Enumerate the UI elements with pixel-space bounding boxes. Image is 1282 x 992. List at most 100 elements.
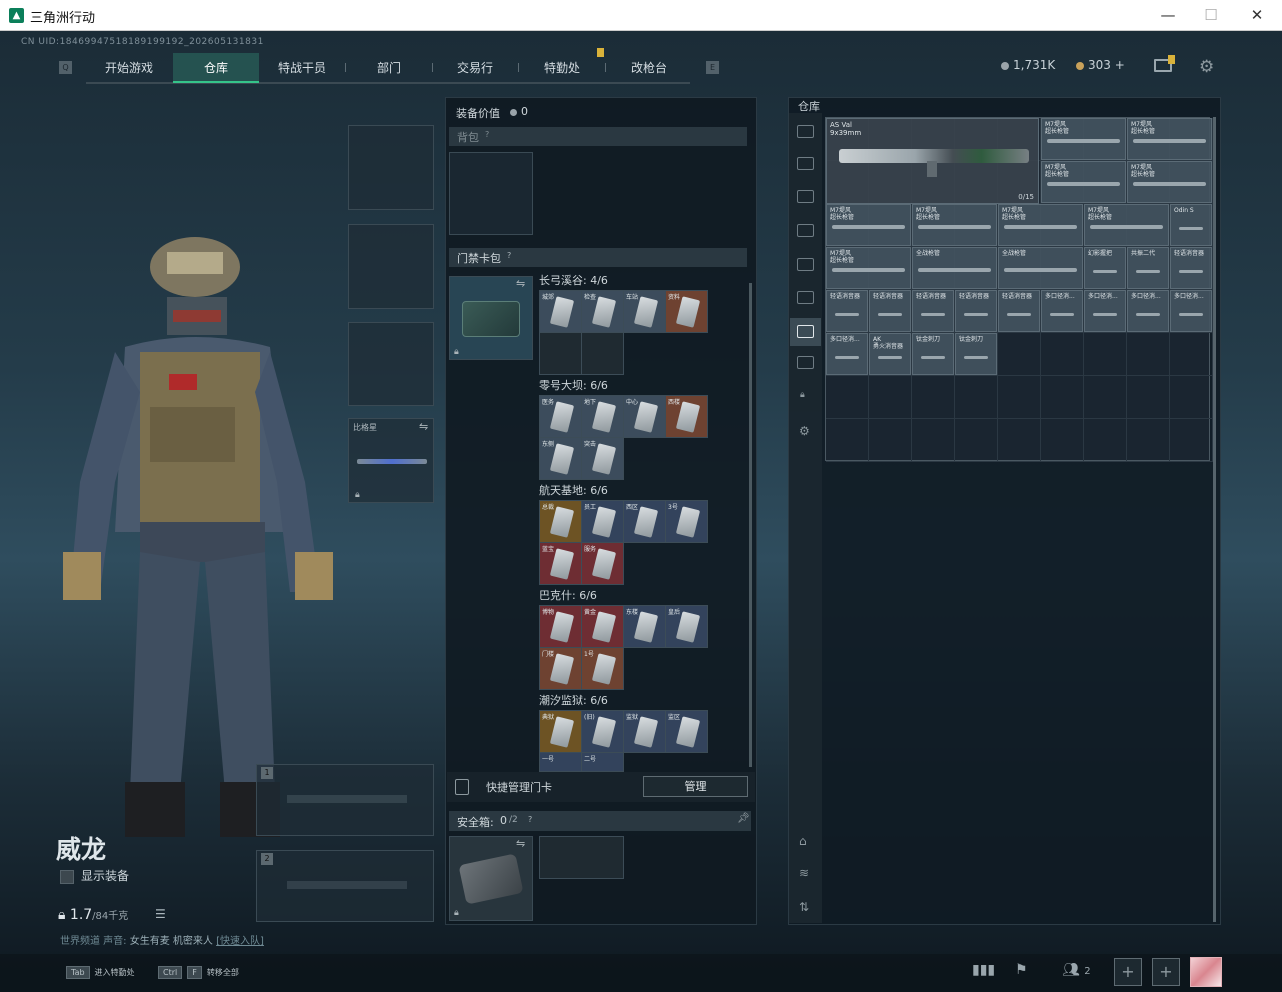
keycard[interactable]: 检查 <box>581 290 624 333</box>
keycard[interactable]: 资料 <box>665 290 708 333</box>
keycard-empty-slot[interactable] <box>581 332 624 375</box>
warehouse-tab-3-icon[interactable] <box>797 190 814 203</box>
stats-icon[interactable]: ▮▮▮ <box>972 962 995 978</box>
warehouse-item[interactable]: 多口径消... <box>1041 290 1083 332</box>
invite-slot-button[interactable]: + <box>1114 958 1142 986</box>
warehouse-item[interactable]: 多口径消... <box>826 333 868 375</box>
keycard[interactable]: 车站 <box>623 290 666 333</box>
keycard[interactable]: 员工 <box>581 500 624 543</box>
primary-weapon-slot-1[interactable]: 1 <box>256 764 434 836</box>
warehouse-item[interactable]: 幻影握把 <box>1084 247 1126 289</box>
primary-weapon-slot-2[interactable]: 2 <box>256 850 434 922</box>
warehouse-tab-5-icon[interactable] <box>797 258 814 271</box>
keycard[interactable]: 中心 <box>623 395 666 438</box>
warehouse-cell[interactable] <box>1084 333 1127 376</box>
keycard[interactable]: 西楼 <box>665 395 708 438</box>
warehouse-cell[interactable] <box>869 376 912 419</box>
backpack-slot[interactable] <box>449 152 533 235</box>
warehouse-item[interactable]: M7堤风 超长枪管 <box>826 204 911 246</box>
transfer-all-hint[interactable]: Ctrl F 转移全部 <box>158 966 239 979</box>
keycard[interactable]: 3号 <box>665 500 708 543</box>
warehouse-item[interactable]: M7堤风 超长枪管 <box>1041 118 1126 160</box>
nav-next-key[interactable]: E <box>706 61 719 74</box>
keycard[interactable]: 总裁 <box>539 500 582 543</box>
list-icon[interactable]: ☰ <box>155 907 166 921</box>
warehouse-cell[interactable] <box>1084 419 1127 462</box>
warehouse-item[interactable]: M7堤风 超长枪管 <box>1041 161 1126 203</box>
warehouse-tab-2-icon[interactable] <box>797 157 814 170</box>
warehouse-cell[interactable] <box>955 419 998 462</box>
keycard-empty-slot[interactable] <box>539 332 582 375</box>
warehouse-cell[interactable] <box>1127 333 1170 376</box>
warehouse-cell[interactable] <box>869 419 912 462</box>
warehouse-item[interactable]: 多口径消... <box>1170 290 1212 332</box>
warehouse-item[interactable]: 全战枪管 <box>912 247 997 289</box>
warehouse-item[interactable]: 钛金刺刀 <box>955 333 997 375</box>
warehouse-cell[interactable] <box>912 376 955 419</box>
close-button[interactable]: ✕ <box>1242 4 1272 26</box>
keycard[interactable]: 博物 <box>539 605 582 648</box>
warehouse-sort-icon[interactable]: ⇅ <box>799 900 809 914</box>
safe-box-empty-slot[interactable] <box>539 836 624 879</box>
warehouse-item[interactable]: 全战枪管 <box>998 247 1083 289</box>
melee-slot[interactable]: 比格星 ⇋ 🔒︎ <box>348 418 434 503</box>
invite-slot-button[interactable]: + <box>1152 958 1180 986</box>
warehouse-cell[interactable] <box>1127 419 1170 462</box>
warehouse-cell[interactable] <box>1084 376 1127 419</box>
warehouse-item[interactable]: 钛金刺刀 <box>912 333 954 375</box>
warehouse-cell[interactable] <box>1127 376 1170 419</box>
add-currency-button[interactable]: + <box>1115 58 1125 72</box>
warehouse-cell[interactable] <box>1170 419 1213 462</box>
warehouse-tab-8-icon[interactable] <box>797 356 814 369</box>
warehouse-tab-7-icon[interactable] <box>797 325 814 338</box>
warehouse-cell[interactable] <box>1041 376 1084 419</box>
warehouse-item[interactable]: 共振二代 <box>1127 247 1169 289</box>
keycard[interactable]: 黄金 <box>581 605 624 648</box>
keycard[interactable]: 西区 <box>623 500 666 543</box>
keycard[interactable]: (旧) <box>581 710 624 753</box>
warehouse-cell[interactable] <box>826 419 869 462</box>
warehouse-lock-icon[interactable]: 🔒︎ <box>800 390 805 400</box>
tab-warehouse[interactable]: 仓库 <box>173 53 259 83</box>
show-equipment-toggle[interactable]: 显示装备 <box>60 867 129 884</box>
keycard[interactable]: 地下 <box>581 395 624 438</box>
keycard[interactable]: 服务 <box>581 542 624 585</box>
swap-icon[interactable]: ⇋ <box>516 277 525 290</box>
keycard-scrollbar[interactable] <box>749 283 752 767</box>
avatar[interactable] <box>1190 957 1222 987</box>
swap-icon[interactable]: ⇋ <box>516 837 525 850</box>
warehouse-item[interactable]: 轻语消音器 <box>998 290 1040 332</box>
manage-button[interactable]: 管理 <box>643 776 748 797</box>
warehouse-item[interactable]: Odin S <box>1170 204 1212 246</box>
warehouse-cell[interactable] <box>955 376 998 419</box>
keycard-case-slot[interactable]: ⇋ 🔒︎ <box>449 276 533 360</box>
warehouse-item[interactable]: M7堤风 超长枪管 <box>1127 161 1212 203</box>
warehouse-cell[interactable] <box>1041 333 1084 376</box>
flag-icon[interactable]: ⚑ <box>1015 962 1028 978</box>
safe-box-slot[interactable]: ⇋ 🔒︎ <box>449 836 533 921</box>
tab-operators[interactable]: 特战干员 <box>262 53 342 83</box>
maximize-button[interactable]: ☐ <box>1196 4 1226 26</box>
keycard[interactable]: 典狱 <box>539 710 582 753</box>
warehouse-cell[interactable] <box>998 376 1041 419</box>
warehouse-cell[interactable] <box>1170 376 1213 419</box>
keycard[interactable]: 突击 <box>581 437 624 480</box>
warehouse-item[interactable]: M7堤风 超长枪管 <box>998 204 1083 246</box>
keycard[interactable]: 皇后 <box>665 605 708 648</box>
warehouse-tab-all-icon[interactable] <box>797 125 814 138</box>
helmet-slot[interactable] <box>348 125 434 210</box>
keycard[interactable]: 东侧 <box>539 437 582 480</box>
warehouse-tab-4-icon[interactable] <box>797 224 814 237</box>
warehouse-item[interactable]: M7堤风 超长枪管 <box>1084 204 1169 246</box>
warehouse-item[interactable]: AK 勇火消音器 <box>869 333 911 375</box>
friends-icon[interactable]: 👥︎ 2 <box>1062 962 1091 978</box>
show-equipment-checkbox[interactable] <box>60 869 74 884</box>
warehouse-cell[interactable] <box>1041 419 1084 462</box>
warehouse-item[interactable]: 多口径消... <box>1127 290 1169 332</box>
weapon-item-as-val[interactable]: AS Val 9x39mm 0/15 <box>826 118 1039 204</box>
warehouse-cell[interactable] <box>998 419 1041 462</box>
enter-special-ops-hint[interactable]: Tab 进入特勤处 <box>66 966 135 979</box>
warehouse-tab-6-icon[interactable] <box>797 291 814 304</box>
warehouse-cell[interactable] <box>912 419 955 462</box>
pin-icon[interactable]: 📌︎ <box>737 813 750 824</box>
